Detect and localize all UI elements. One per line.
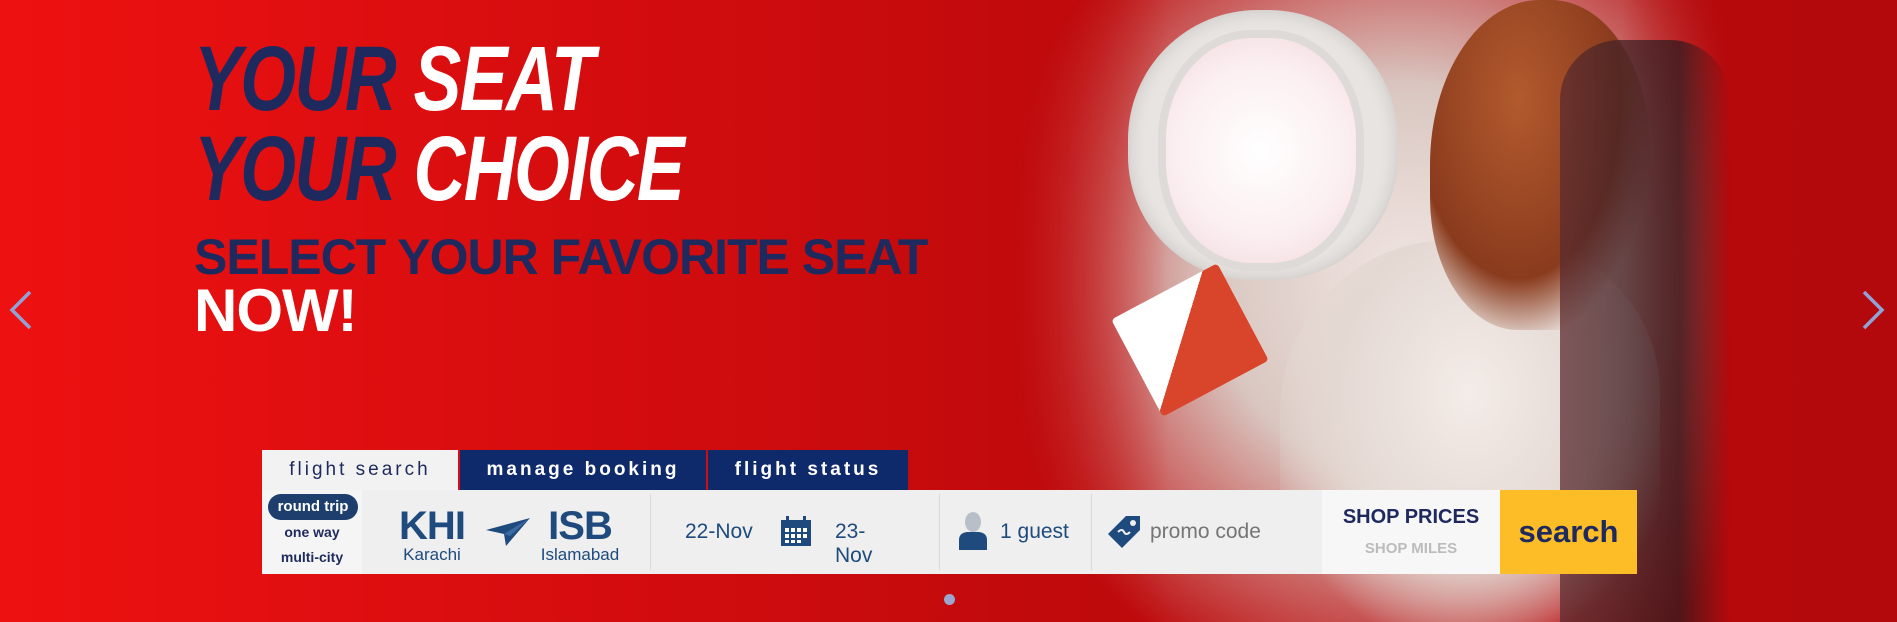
carousel-indicator-dot[interactable] (944, 594, 955, 605)
airplane-window-image (1128, 10, 1398, 280)
flight-search-bar: round trip one way multi-city KHI Karach… (262, 490, 1637, 574)
trip-type-selector: round trip one way multi-city (262, 490, 362, 574)
headline-word: YOUR (194, 28, 397, 130)
destination-field[interactable]: ISB Islamabad (530, 504, 630, 565)
chevron-right-icon (1862, 290, 1885, 330)
carousel-next-button[interactable] (1858, 288, 1888, 332)
route-selector: KHI Karachi ISB Islamabad (362, 490, 634, 574)
tag-icon (1106, 514, 1142, 550)
shop-mode-selector: SHOP PRICES SHOP MILES (1322, 490, 1500, 574)
depart-date[interactable]: 22-Nov (685, 520, 753, 544)
tab-manage-booking[interactable]: manage booking (460, 450, 706, 490)
headline-word: YOUR (194, 118, 397, 220)
headline-line-1: YOUR SEAT (194, 33, 683, 125)
date-selector[interactable]: 22-Nov 23-Nov (651, 490, 901, 574)
destination-code: ISB (548, 504, 613, 548)
guest-selector[interactable]: 1 guest (940, 490, 1090, 574)
headline-word: SEAT (413, 28, 594, 130)
person-icon (958, 512, 988, 550)
shop-miles-option[interactable]: SHOP MILES (1322, 540, 1500, 557)
shop-prices-option[interactable]: SHOP PRICES (1322, 506, 1500, 529)
headline-word: CHOICE (413, 118, 684, 220)
chevron-left-icon (9, 290, 32, 330)
promo-code-input[interactable] (1148, 516, 1312, 548)
headline-line-2: YOUR CHOICE (194, 123, 685, 215)
booking-tabs: flight search manage booking flight stat… (262, 450, 908, 490)
origin-code: KHI (399, 504, 466, 548)
origin-field[interactable]: KHI Karachi (384, 504, 480, 565)
hero-subline-2: NOW! (194, 277, 358, 344)
promo-field[interactable] (1092, 490, 1322, 574)
trip-option-multi-city[interactable]: multi-city (262, 549, 362, 565)
calendar-icon (779, 514, 813, 548)
search-button[interactable]: search (1500, 490, 1637, 574)
trip-option-round-trip[interactable]: round trip (268, 494, 358, 520)
return-date[interactable]: 23-Nov (835, 520, 901, 568)
plane-icon (484, 514, 532, 548)
tab-flight-status[interactable]: flight status (708, 450, 908, 490)
guest-count: 1 guest (1000, 520, 1069, 543)
destination-city: Islamabad (540, 545, 620, 564)
hero-headline: YOUR SEAT YOUR CHOICE (194, 33, 821, 215)
hero-banner: YOUR SEAT YOUR CHOICE SELECT YOUR FAVORI… (0, 0, 1897, 622)
tab-flight-search[interactable]: flight search (262, 450, 458, 490)
trip-option-one-way[interactable]: one way (262, 524, 362, 540)
carousel-prev-button[interactable] (6, 288, 36, 332)
